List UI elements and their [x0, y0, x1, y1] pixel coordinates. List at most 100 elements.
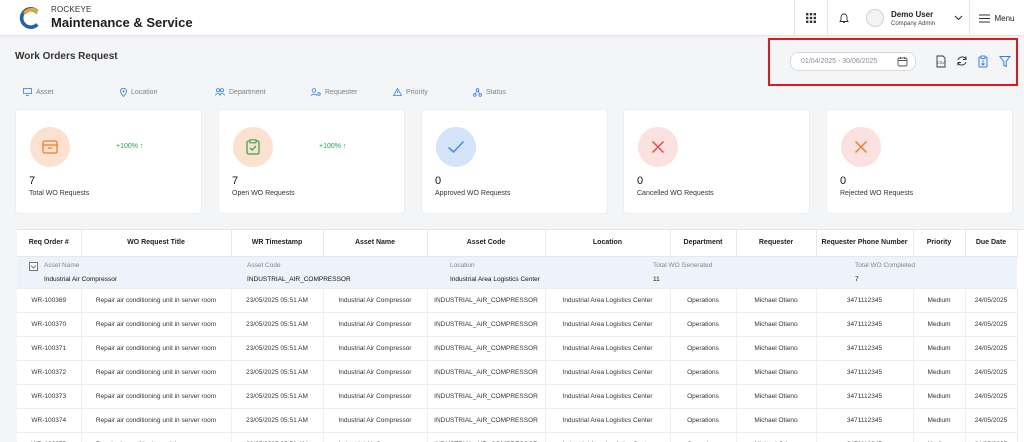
cell-due-date: 24/05/2025 [965, 336, 1018, 361]
cell-department: Operations [670, 408, 737, 433]
csv-export-icon[interactable]: CSV [933, 53, 949, 69]
cell-location: Industrial Area Logistics Center [545, 288, 671, 313]
column-header[interactable]: WO Request Title [81, 230, 232, 257]
column-header[interactable]: Priority [913, 230, 966, 257]
card-label: Total WO Requests [29, 190, 90, 197]
cell-title: Repair air conditioning unit in server r… [81, 360, 232, 385]
cell-priority: Medium [913, 312, 966, 337]
cell-req-order[interactable]: WR-100372 [17, 360, 82, 385]
filter-requester-label: Requester [325, 89, 358, 96]
rockeye-logo[interactable] [19, 7, 41, 29]
box-icon [30, 127, 70, 167]
clipboard-icon[interactable] [975, 53, 991, 69]
column-header[interactable]: Department [670, 230, 737, 257]
card-rejected-requests[interactable]: 0 Rejected WO Requests [826, 109, 1013, 214]
card-cancelled-requests[interactable]: 0 Cancelled WO Requests [623, 109, 810, 214]
user-role: Company Admin [891, 20, 936, 27]
filter-icon[interactable] [997, 53, 1013, 69]
date-range-picker[interactable]: 01/04/2025 - 30/06/2025 [790, 52, 916, 71]
status-nodes-icon [473, 88, 482, 97]
collapse-checkbox-icon[interactable] [29, 261, 38, 271]
cell-location: Industrial Area Logistics Center [545, 432, 671, 442]
table-header-row: Req Order # WO Request Title WR Timestam… [17, 230, 1018, 257]
cell-priority: Medium [913, 288, 966, 313]
column-header[interactable]: Req Order # [17, 230, 82, 257]
group-generated-label: Total WO Generated [653, 261, 713, 269]
cell-department: Operations [670, 432, 737, 442]
table-row[interactable]: WR-100375 Repair air conditioning unit i… [17, 432, 1018, 442]
card-approved-requests[interactable]: 0 Approved WO Requests [421, 109, 608, 214]
cell-location: Industrial Area Logistics Center [545, 312, 671, 337]
cell-location: Industrial Area Logistics Center [545, 360, 671, 385]
cell-title: Repair air conditioning unit in server r… [81, 432, 232, 442]
card-label: Cancelled WO Requests [637, 190, 714, 197]
date-range-value: 01/04/2025 - 30/06/2025 [801, 58, 878, 65]
user-name: Demo User [891, 9, 934, 19]
app-title: Maintenance & Service [51, 15, 193, 30]
column-header[interactable]: Requester [736, 230, 817, 257]
cell-phone: 3471112345 [816, 432, 914, 442]
filter-priority[interactable]: Priority [393, 88, 428, 96]
filter-asset[interactable]: Asset [23, 88, 54, 96]
group-location-label: Location [450, 261, 475, 269]
filter-priority-label: Priority [406, 88, 428, 96]
toolbar-highlight: 01/04/2025 - 30/06/2025 CSV [768, 38, 1018, 86]
cell-timestamp: 23/05/2025 05:51 AM [231, 384, 324, 409]
cell-req-order[interactable]: WR-100373 [17, 384, 82, 409]
column-header[interactable]: Asset Name [323, 230, 428, 257]
cell-priority: Medium [913, 336, 966, 361]
card-open-requests[interactable]: +100% ↑ 7 Open WO Requests [218, 109, 405, 214]
apps-grid-icon[interactable] [795, 0, 827, 36]
user-info[interactable]: Demo User Company Admin [891, 10, 947, 27]
cell-due-date: 24/05/2025 [965, 432, 1018, 442]
table-row[interactable]: WR-100372 Repair air conditioning unit i… [17, 360, 1018, 385]
cell-timestamp: 23/05/2025 05:51 AM [231, 360, 324, 385]
calendar-icon[interactable] [897, 56, 908, 67]
cell-phone: 3471112345 [816, 336, 914, 361]
cell-req-order[interactable]: WR-100369 [17, 288, 82, 313]
work-orders-table: Req Order # WO Request Title WR Timestam… [17, 229, 1024, 442]
filter-status[interactable]: Status [473, 88, 506, 97]
cell-requester: Michael Otieno [736, 408, 817, 433]
cell-req-order[interactable]: WR-100375 [17, 432, 82, 442]
cell-req-order[interactable]: WR-100374 [17, 408, 82, 433]
bell-icon[interactable] [828, 0, 860, 36]
cell-due-date: 24/05/2025 [965, 288, 1018, 313]
monitor-icon [23, 88, 32, 96]
cell-due-date: 24/05/2025 [965, 360, 1018, 385]
page-title: Work Orders Request [15, 51, 118, 62]
top-bar: ROCKEYE Maintenance & Service Demo User … [0, 0, 1024, 36]
cell-timestamp: 23/05/2025 05:51 AM [231, 336, 324, 361]
column-header[interactable]: Requester Phone Number [816, 230, 914, 257]
column-header[interactable]: Asset Code [427, 230, 546, 257]
location-pin-icon [120, 88, 127, 97]
group-asset-name: Industrial Air Compressor [44, 275, 117, 283]
column-header[interactable]: Location [545, 230, 671, 257]
table-row[interactable]: WR-100371 Repair air conditioning unit i… [17, 336, 1018, 361]
column-header[interactable]: Due Date [965, 230, 1018, 257]
cell-req-order[interactable]: WR-100371 [17, 336, 82, 361]
table-row[interactable]: WR-100370 Repair air conditioning unit i… [17, 312, 1018, 337]
table-row[interactable]: WR-100374 Repair air conditioning unit i… [17, 408, 1018, 433]
table-row[interactable]: WR-100373 Repair air conditioning unit i… [17, 384, 1018, 409]
asset-group-row[interactable]: Asset Name Industrial Air Compressor Ass… [17, 256, 1017, 289]
filter-department[interactable]: Department [215, 88, 266, 96]
filter-location[interactable]: Location [120, 88, 157, 97]
cell-asset-code: INDUSTRIAL_AIR_COMPRESSOR [427, 408, 546, 433]
chevron-down-icon[interactable] [947, 0, 969, 36]
menu-button[interactable]: Menu [970, 0, 1024, 36]
card-total-requests[interactable]: +100% ↑ 7 Total WO Requests [15, 109, 202, 214]
cell-asset-name: Industrial Air Compressor [323, 384, 428, 409]
filter-status-label: Status [486, 89, 506, 96]
column-header[interactable]: WR Timestamp [231, 230, 324, 257]
user-share-icon [311, 88, 321, 97]
cell-req-order[interactable]: WR-100370 [17, 312, 82, 337]
avatar[interactable] [866, 9, 884, 27]
group-asset-code: INDUSTRIAL_AIR_COMPRESSOR [247, 275, 351, 283]
close-icon [638, 127, 678, 167]
cell-due-date: 24/05/2025 [965, 408, 1018, 433]
refresh-icon[interactable] [954, 53, 970, 69]
card-label: Open WO Requests [232, 190, 295, 197]
table-row[interactable]: WR-100369 Repair air conditioning unit i… [17, 288, 1018, 313]
filter-requester[interactable]: Requester [311, 88, 357, 97]
